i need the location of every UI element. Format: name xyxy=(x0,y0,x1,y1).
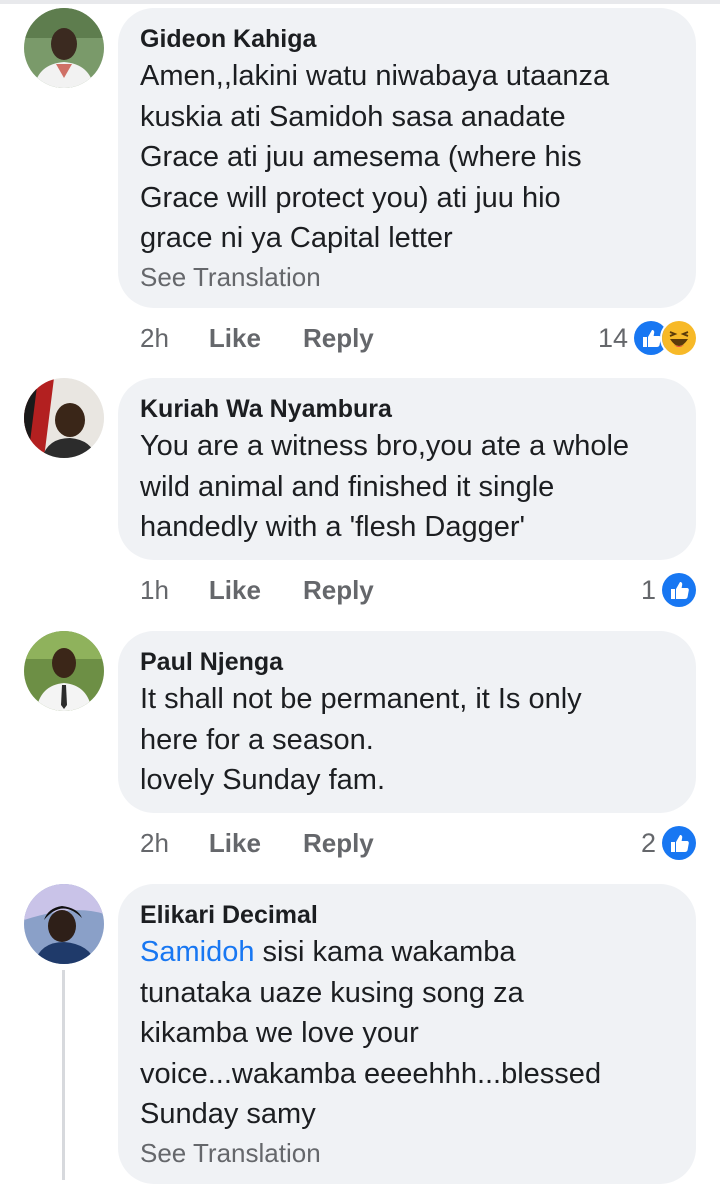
comment-time[interactable]: 2h xyxy=(140,323,169,354)
reaction-summary[interactable]: 1 xyxy=(641,570,698,610)
mention-link[interactable]: Samidoh xyxy=(140,936,254,968)
avatar[interactable] xyxy=(24,631,104,711)
top-divider xyxy=(0,0,720,4)
see-translation-link[interactable]: See Translation xyxy=(140,259,674,295)
comment-actions: 1h Like Reply xyxy=(140,570,374,610)
like-button[interactable]: Like xyxy=(209,828,261,859)
reply-button[interactable]: Reply xyxy=(303,323,374,354)
comment-time[interactable]: 1h xyxy=(140,575,169,606)
reaction-summary[interactable]: 14 xyxy=(598,318,698,358)
comment-text: It shall not be permanent, it Is only he… xyxy=(140,683,582,796)
like-button[interactable]: Like xyxy=(209,575,261,606)
comment-author[interactable]: Kuriah Wa Nyambura xyxy=(140,394,674,424)
comment-bubble: Gideon Kahiga Amen,,lakini watu niwabaya… xyxy=(118,8,696,308)
reaction-count: 14 xyxy=(597,322,628,353)
comment-text: Samidoh sisi kama wakamba tunataka uaze … xyxy=(140,932,674,1135)
comment-author[interactable]: Gideon Kahiga xyxy=(140,24,674,54)
reply-button[interactable]: Reply xyxy=(303,575,374,606)
reaction-count: 2 xyxy=(640,827,656,858)
comment-actions: 2h Like Reply xyxy=(140,823,374,863)
comment-time[interactable]: 2h xyxy=(140,828,169,859)
haha-icon xyxy=(660,319,698,357)
comment-bubble: Kuriah Wa Nyambura You are a witness bro… xyxy=(118,378,696,560)
avatar[interactable] xyxy=(24,884,104,964)
like-button[interactable]: Like xyxy=(209,323,261,354)
comment-actions: 2h Like Reply xyxy=(140,318,374,358)
reaction-count: 1 xyxy=(640,574,656,605)
comment-bubble: Paul Njenga It shall not be permanent, i… xyxy=(118,631,696,813)
comment-author[interactable]: Paul Njenga xyxy=(140,647,674,677)
comment-bubble: Elikari Decimal Samidoh sisi kama wakamb… xyxy=(118,884,696,1184)
like-icon xyxy=(660,571,698,609)
reply-thread-line xyxy=(62,970,65,1180)
reaction-summary[interactable]: 2 xyxy=(641,823,698,863)
see-translation-link[interactable]: See Translation xyxy=(140,1135,674,1171)
comment-author[interactable]: Elikari Decimal xyxy=(140,900,674,930)
like-icon xyxy=(660,824,698,862)
comment-text: Amen,,lakini watu niwabaya utaanza kuski… xyxy=(140,60,610,254)
avatar[interactable] xyxy=(24,378,104,458)
comment-text: You are a witness bro,you ate a whole wi… xyxy=(140,430,630,543)
avatar[interactable] xyxy=(24,8,104,88)
reply-button[interactable]: Reply xyxy=(303,828,374,859)
